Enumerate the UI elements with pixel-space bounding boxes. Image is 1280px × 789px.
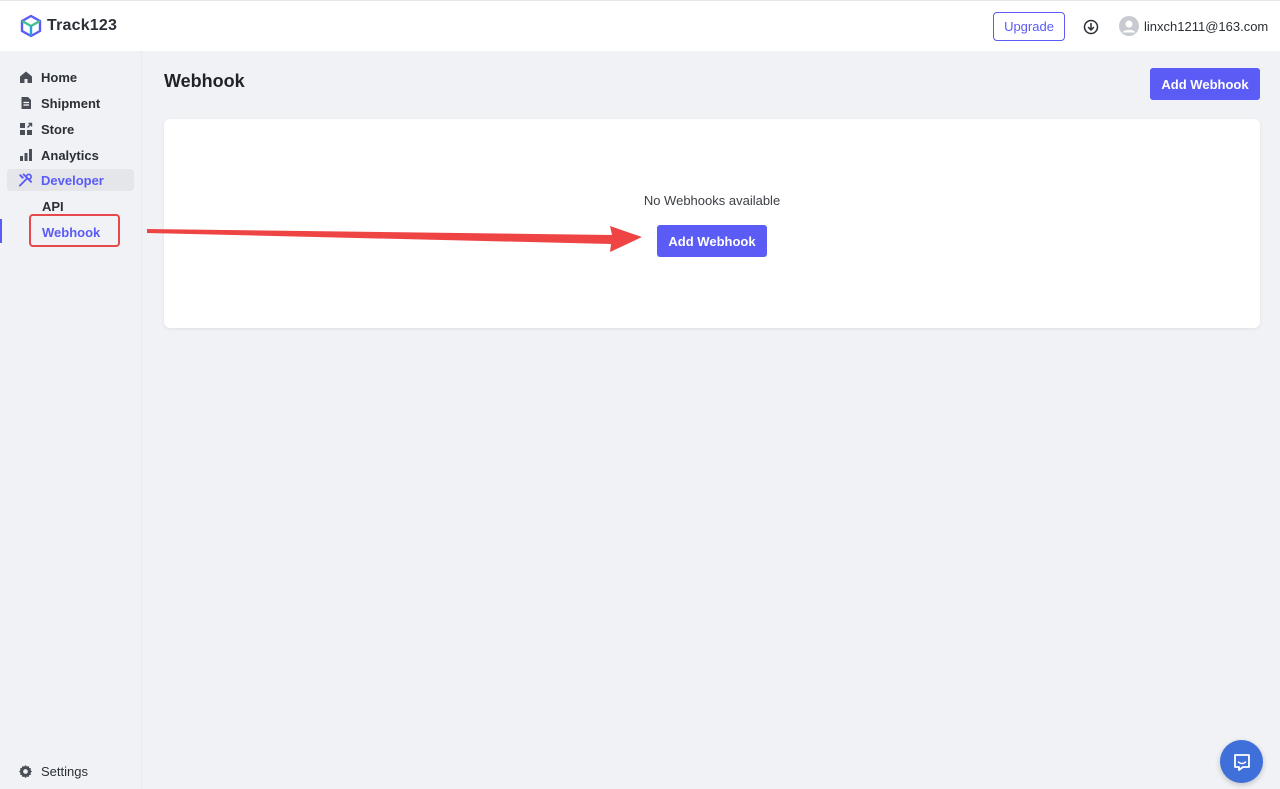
add-webhook-button[interactable]: Add Webhook	[1150, 68, 1260, 100]
empty-state-text: No Webhooks available	[643, 193, 781, 208]
top-bar: Track123 Upgrade linxch1211@163.com	[0, 0, 1280, 51]
sidebar-item-developer[interactable]: Developer	[7, 169, 134, 191]
cube-logo-icon	[20, 14, 42, 38]
user-menu[interactable]: linxch1211@163.com	[1119, 16, 1268, 36]
document-icon	[18, 96, 33, 111]
sidebar-item-store[interactable]: Store	[7, 118, 134, 140]
logo[interactable]: Track123	[19, 14, 117, 38]
sidebar-item-label: Settings	[41, 763, 88, 779]
sidebar-item-label: Shipment	[41, 95, 101, 111]
user-email: linxch1211@163.com	[1144, 18, 1269, 34]
sidebar-item-home[interactable]: Home	[7, 66, 134, 88]
chat-launcher-button[interactable]	[1220, 740, 1263, 783]
active-indicator	[0, 219, 2, 243]
sidebar-item-label: Analytics	[41, 147, 99, 163]
empty-state-add-webhook-button[interactable]: Add Webhook	[657, 225, 767, 257]
annotation-highlight-box	[29, 214, 120, 247]
sidebar-item-label: Home	[41, 69, 78, 85]
app-name: Track123	[47, 17, 118, 34]
store-icon	[18, 122, 33, 137]
sidebar-item-label: Developer	[41, 172, 104, 188]
sidebar-item-settings[interactable]: Settings	[7, 760, 134, 782]
tools-icon	[18, 173, 33, 188]
page-title: Webhook	[164, 71, 245, 91]
webhook-list-card: No Webhooks available Add Webhook	[164, 119, 1260, 328]
upgrade-button[interactable]: Upgrade	[993, 12, 1065, 41]
sidebar-item-label: Store	[41, 121, 75, 137]
sidebar: Home Shipment Store Analytics Developer …	[0, 51, 142, 789]
sidebar-item-shipment[interactable]: Shipment	[7, 92, 134, 114]
avatar-icon	[1119, 16, 1139, 36]
bar-chart-icon	[18, 148, 33, 163]
home-icon	[18, 70, 33, 85]
sidebar-item-analytics[interactable]: Analytics	[7, 144, 134, 166]
chat-icon	[1233, 753, 1250, 771]
download-icon[interactable]	[1083, 19, 1099, 35]
gear-icon	[18, 764, 33, 779]
sidebar-subitem-api[interactable]: API	[42, 199, 64, 214]
